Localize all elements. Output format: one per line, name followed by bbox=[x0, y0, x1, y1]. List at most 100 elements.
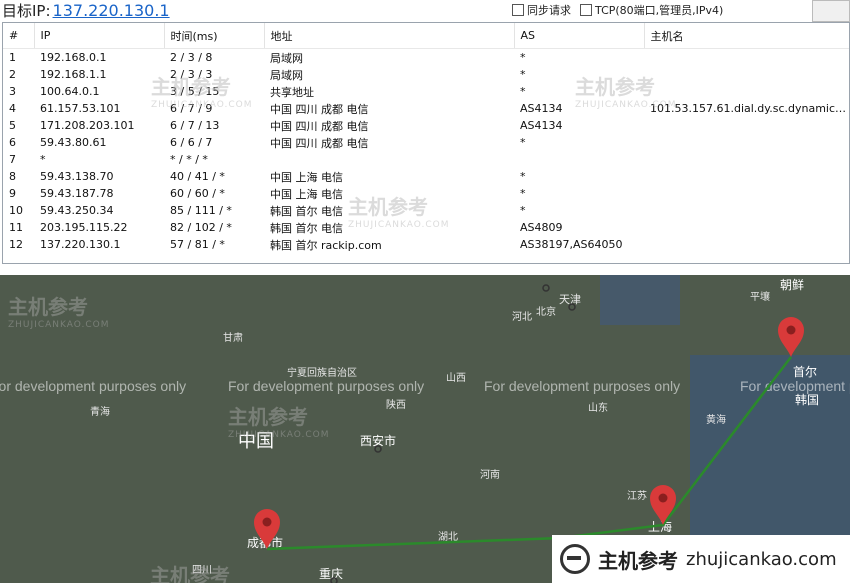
cell-address: 共享地址 bbox=[270, 85, 314, 99]
col-header-time[interactable]: 时间(ms) bbox=[164, 23, 265, 49]
top-bar: 目标IP: 137.220.130.1 同步请求 TCP(80端口,管理员,IPv… bbox=[0, 0, 850, 22]
cell-address: 韩国 首尔 rackip.com bbox=[270, 238, 382, 252]
cell-time: 60 / 60 / * bbox=[170, 187, 225, 200]
cell-as: AS38197,AS64050 bbox=[520, 238, 623, 251]
cell-address: 中国 上海 电信 bbox=[270, 170, 343, 184]
pin-chengdu-icon[interactable] bbox=[254, 509, 280, 549]
cell-time: 6 / 7 / 13 bbox=[170, 119, 220, 132]
tcp-checkbox[interactable] bbox=[580, 4, 592, 16]
cell-as bbox=[514, 151, 644, 168]
cell-ip: 171.208.203.101 bbox=[40, 119, 135, 132]
col-header-address[interactable]: 地址 bbox=[264, 23, 515, 49]
cell-time: 82 / 102 / * bbox=[170, 221, 232, 234]
cell-hostname bbox=[644, 168, 849, 185]
cell-index: 6 bbox=[9, 136, 16, 149]
cell-index: 10 bbox=[9, 204, 23, 217]
sync-request-option[interactable]: 同步请求 bbox=[512, 2, 571, 18]
cell-address: 局域网 bbox=[270, 51, 303, 65]
cell-as: * bbox=[520, 170, 526, 183]
cell-as: * bbox=[520, 204, 526, 217]
city-dot-tianjin bbox=[568, 303, 576, 311]
cell-index: 3 bbox=[9, 85, 16, 98]
cell-ip: 192.168.1.1 bbox=[40, 68, 107, 81]
col-header-hostname[interactable]: 主机名 bbox=[644, 23, 849, 49]
cell-hostname bbox=[644, 117, 849, 134]
cell-address bbox=[264, 151, 514, 168]
cell-address: 局域网 bbox=[270, 68, 303, 82]
cell-hostname bbox=[644, 49, 849, 67]
table-row[interactable]: 1 192.168.0.1 2 / 3 / 8 局域网 * bbox=[3, 49, 849, 67]
cell-index: 7 bbox=[9, 153, 16, 166]
cell-as: * bbox=[520, 51, 526, 64]
city-dot-xian bbox=[374, 445, 382, 453]
cell-index: 11 bbox=[9, 221, 23, 234]
cell-ip: 59.43.187.78 bbox=[40, 187, 114, 200]
cell-time: 2 / 3 / 8 bbox=[170, 51, 213, 64]
route-line bbox=[266, 356, 792, 551]
cell-ip: 203.195.115.22 bbox=[40, 221, 128, 234]
sync-request-label: 同步请求 bbox=[527, 4, 571, 17]
trace-table-container: # IP 时间(ms) 地址 AS 主机名 1 192.168.0.1 2 / 3 … bbox=[2, 22, 850, 264]
table-row[interactable]: 4 61.157.53.101 6 / 7 / 9 中国 四川 成都 电信 AS4134… bbox=[3, 100, 849, 117]
cell-ip: 59.43.138.70 bbox=[40, 170, 114, 183]
cell-index: 4 bbox=[9, 102, 16, 115]
tcp-label: TCP(80端口,管理员,IPv4) bbox=[595, 4, 724, 17]
table-row[interactable]: 2 192.168.1.1 2 / 3 / 3 局域网 * bbox=[3, 66, 849, 83]
tcp-option[interactable]: TCP(80端口,管理员,IPv4) bbox=[580, 2, 723, 18]
cell-address: 中国 四川 成都 电信 bbox=[270, 102, 369, 116]
cell-ip: 100.64.0.1 bbox=[40, 85, 100, 98]
cell-ip: 59.43.80.61 bbox=[40, 136, 107, 149]
sync-request-checkbox[interactable] bbox=[512, 4, 524, 16]
col-header-as[interactable]: AS bbox=[514, 23, 645, 49]
cell-index: 8 bbox=[9, 170, 16, 183]
target-label: 目标IP: 137.220.130.1 bbox=[2, 0, 170, 22]
cell-as: * bbox=[520, 187, 526, 200]
watermark-table-2: 主机参考 ZHUJICANKAO.COM bbox=[348, 195, 450, 230]
city-dot-beijing bbox=[542, 284, 550, 292]
pin-seoul-icon[interactable] bbox=[778, 317, 804, 357]
cell-index: 1 bbox=[9, 51, 16, 64]
cell-hostname bbox=[644, 134, 849, 151]
target-label-text: 目标IP: bbox=[2, 2, 51, 20]
watermark-table-1: 主机参考 ZHUJICANKAO.COM bbox=[151, 75, 253, 110]
brand-url: zhujicankao.com bbox=[686, 548, 837, 570]
cell-address: 中国 四川 成都 电信 bbox=[270, 136, 369, 150]
col-header-ip[interactable]: IP bbox=[34, 23, 165, 49]
table-header-row: # IP 时间(ms) 地址 AS 主机名 bbox=[3, 23, 849, 49]
table-row[interactable]: 8 59.43.138.70 40 / 41 / * 中国 上海 电信 * bbox=[3, 168, 849, 185]
pin-shanghai-icon[interactable] bbox=[650, 485, 676, 525]
start-button[interactable] bbox=[812, 0, 850, 22]
cell-index: 12 bbox=[9, 238, 23, 251]
cell-as: AS4809 bbox=[520, 221, 563, 234]
cell-index: 9 bbox=[9, 187, 16, 200]
cell-ip: 61.157.53.101 bbox=[40, 102, 121, 115]
table-row[interactable]: 6 59.43.80.61 6 / 6 / 7 中国 四川 成都 电信 * bbox=[3, 134, 849, 151]
cell-hostname bbox=[644, 202, 849, 219]
cell-index: 2 bbox=[9, 68, 16, 81]
cell-hostname bbox=[644, 185, 849, 202]
brand-watermark: 主机参考 zhujicankao.com bbox=[552, 535, 850, 583]
cell-time: 40 / 41 / * bbox=[170, 170, 225, 183]
cell-ip: * bbox=[40, 153, 46, 166]
cell-ip: 59.43.250.34 bbox=[40, 204, 114, 217]
table-row[interactable]: 7 * * / * / * bbox=[3, 151, 849, 168]
cell-ip: 137.220.130.1 bbox=[40, 238, 121, 251]
table-row[interactable]: 12 137.220.130.1 57 / 81 / * 韩国 首尔 rackip.c… bbox=[3, 236, 849, 253]
watermark-table-3: 主机参考 ZHUJICANKAO.COM bbox=[575, 75, 677, 110]
col-header-index[interactable]: # bbox=[3, 23, 35, 49]
cell-hostname bbox=[644, 151, 849, 168]
cell-as: * bbox=[520, 136, 526, 149]
table-row[interactable]: 3 100.64.0.1 3 / 5 / 15 共享地址 * bbox=[3, 83, 849, 100]
cell-address: 中国 四川 成都 电信 bbox=[270, 119, 369, 133]
table-row[interactable]: 5 171.208.203.101 6 / 7 / 13 中国 四川 成都 电信 AS4… bbox=[3, 117, 849, 134]
cell-hostname bbox=[644, 219, 849, 236]
city-dot-chongqing bbox=[330, 577, 338, 583]
cell-time: * / * / * bbox=[170, 153, 208, 166]
cell-index: 5 bbox=[9, 119, 16, 132]
brand-logo-icon bbox=[560, 544, 590, 574]
cell-hostname bbox=[644, 236, 849, 253]
cell-time: 85 / 111 / * bbox=[170, 204, 232, 217]
brand-name: 主机参考 bbox=[598, 548, 678, 573]
target-ip-link[interactable]: 137.220.130.1 bbox=[53, 1, 170, 20]
cell-ip: 192.168.0.1 bbox=[40, 51, 107, 64]
